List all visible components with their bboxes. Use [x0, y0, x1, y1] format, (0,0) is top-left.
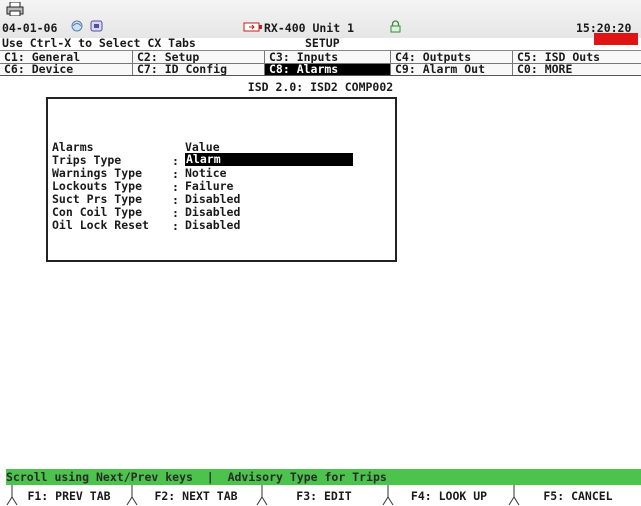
tab-id-config[interactable]: C7: ID Config — [133, 64, 264, 75]
status-icon — [90, 20, 103, 32]
row-label: Con Coil Type — [52, 205, 143, 219]
row-label: Suct Prs Type — [52, 192, 143, 206]
tab-isd-outs[interactable]: C5: ISD Outs — [513, 52, 641, 63]
row-label: Trips Type — [52, 153, 122, 167]
lock-icon — [390, 20, 401, 33]
f1-prev-tab-button[interactable]: F1: PREV TAB — [14, 487, 124, 506]
suct-prs-type-value[interactable]: Disabled — [185, 193, 240, 205]
row-colon: : — [172, 167, 179, 181]
fkey-separator — [126, 485, 138, 506]
network-icon — [71, 20, 83, 32]
row-colon: : — [172, 180, 179, 194]
tab-alarm-out[interactable]: C9: Alarm Out — [391, 64, 512, 75]
row-label: Oil Lock Reset — [52, 218, 149, 232]
f3-edit-button[interactable]: F3: EDIT — [268, 487, 380, 506]
tab-setup[interactable]: C2: Setup — [133, 52, 264, 63]
f5-cancel-button[interactable]: F5: CANCEL — [520, 487, 636, 506]
status-left: Scroll using Next/Prev keys — [6, 470, 193, 484]
fkey-separator — [256, 485, 268, 506]
row-colon: : — [172, 193, 179, 207]
status-divider: | — [192, 470, 228, 484]
fkey-separator — [508, 485, 520, 506]
con-coil-type-value[interactable]: Disabled — [185, 206, 240, 218]
trips-type-value[interactable]: Alarm — [185, 153, 353, 166]
oil-lock-reset-value[interactable]: Disabled — [185, 219, 240, 231]
row-colon: : — [172, 219, 179, 233]
tab-bar: C1: General C2: Setup C3: Inputs C4: Out… — [0, 50, 641, 76]
col-header-alarms: Alarms — [52, 140, 94, 154]
f4-look-up-button[interactable]: F4: LOOK UP — [394, 487, 504, 506]
fkey-separator — [382, 485, 394, 506]
header-mode: SETUP — [305, 36, 340, 50]
screen-title: ISD 2.0: ISD2 COMP002 — [247, 80, 394, 94]
tab-general[interactable]: C1: General — [0, 52, 132, 63]
lockouts-type-value[interactable]: Failure — [185, 180, 233, 192]
battery-icon — [243, 22, 262, 32]
tab-alarms[interactable]: C8: Alarms — [265, 64, 390, 75]
printer-icon[interactable] — [6, 2, 24, 16]
f2-next-tab-button[interactable]: F2: NEXT TAB — [138, 487, 254, 506]
alarm-indicator[interactable] — [594, 33, 638, 45]
row-colon: : — [172, 154, 179, 168]
row-colon: : — [172, 206, 179, 220]
unit-name: RX-400 Unit 1 — [264, 21, 355, 35]
tab-more[interactable]: C0: MORE — [513, 64, 641, 75]
status-bar: Scroll using Next/Prev keys | Advisory T… — [6, 469, 641, 485]
tab-outputs[interactable]: C4: Outputs — [391, 52, 512, 63]
header-date: 04-01-06 — [2, 21, 58, 35]
row-label: Warnings Type — [52, 166, 143, 180]
status-right: Advisory Type for Trips — [227, 470, 387, 484]
row-label: Lockouts Type — [52, 179, 143, 193]
header-hint: Use Ctrl-X to Select CX Tabs — [2, 36, 196, 50]
warnings-type-value[interactable]: Notice — [185, 167, 227, 179]
function-key-bar: F1: PREV TAB F2: NEXT TAB F3: EDIT F4: L… — [0, 485, 641, 506]
tab-inputs[interactable]: C3: Inputs — [265, 52, 390, 63]
tab-device[interactable]: C6: Device — [0, 64, 132, 75]
